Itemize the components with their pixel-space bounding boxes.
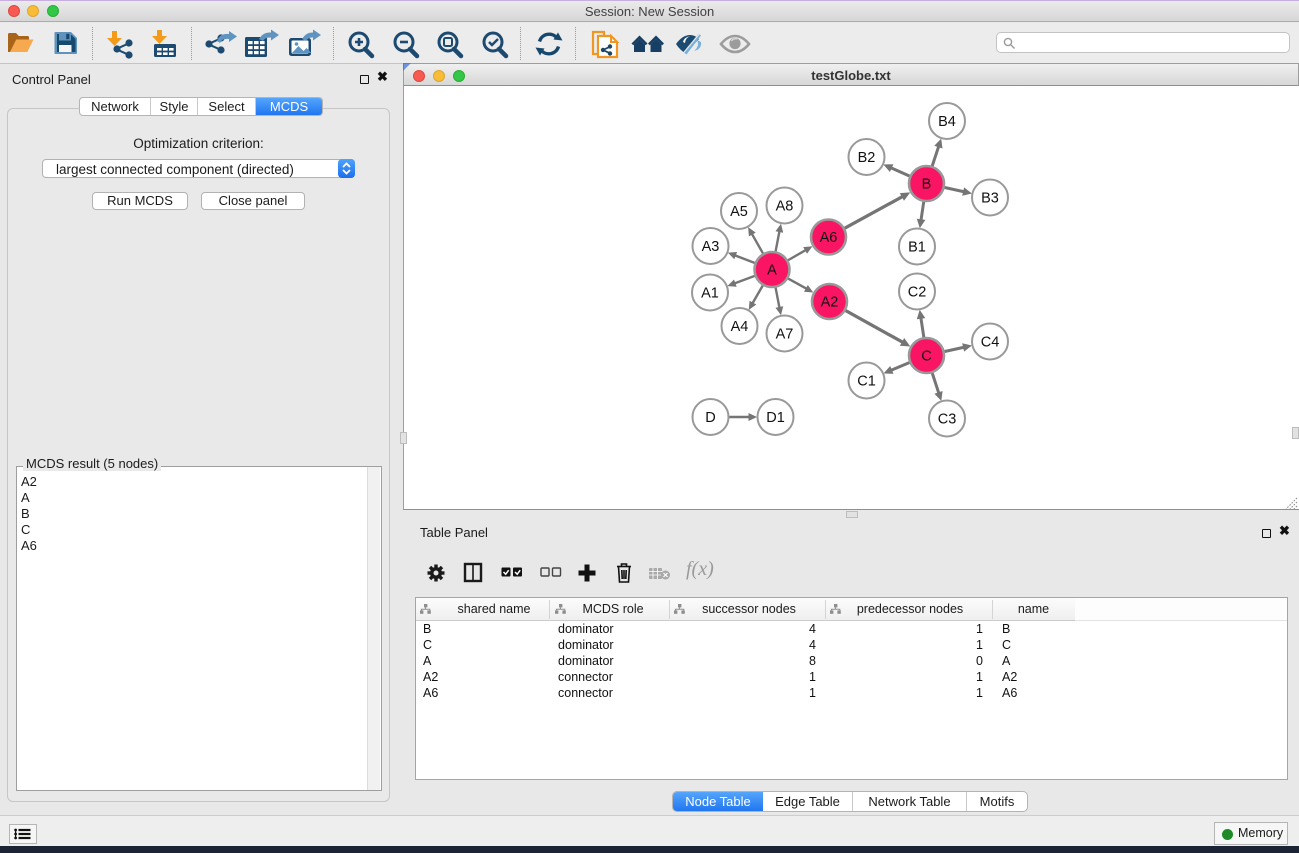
svg-text:B1: B1	[908, 240, 926, 256]
svg-text:A5: A5	[730, 204, 748, 220]
svg-text:D: D	[705, 410, 715, 426]
svg-text:D1: D1	[766, 410, 785, 426]
svg-text:C2: C2	[908, 285, 927, 301]
svg-text:C4: C4	[981, 335, 1000, 351]
svg-text:A6: A6	[820, 230, 838, 246]
svg-text:C1: C1	[857, 374, 876, 390]
svg-text:A2: A2	[821, 295, 839, 311]
svg-text:A4: A4	[731, 319, 749, 335]
svg-text:B2: B2	[858, 150, 876, 166]
svg-text:A1: A1	[701, 286, 719, 302]
svg-text:A8: A8	[776, 199, 794, 215]
svg-text:B4: B4	[938, 114, 956, 130]
svg-text:B3: B3	[981, 191, 999, 207]
svg-text:B: B	[922, 177, 932, 193]
svg-text:A7: A7	[776, 327, 794, 343]
svg-text:A: A	[767, 263, 777, 279]
svg-text:C: C	[921, 349, 931, 365]
svg-text:A3: A3	[702, 239, 720, 255]
svg-text:C3: C3	[938, 412, 957, 428]
